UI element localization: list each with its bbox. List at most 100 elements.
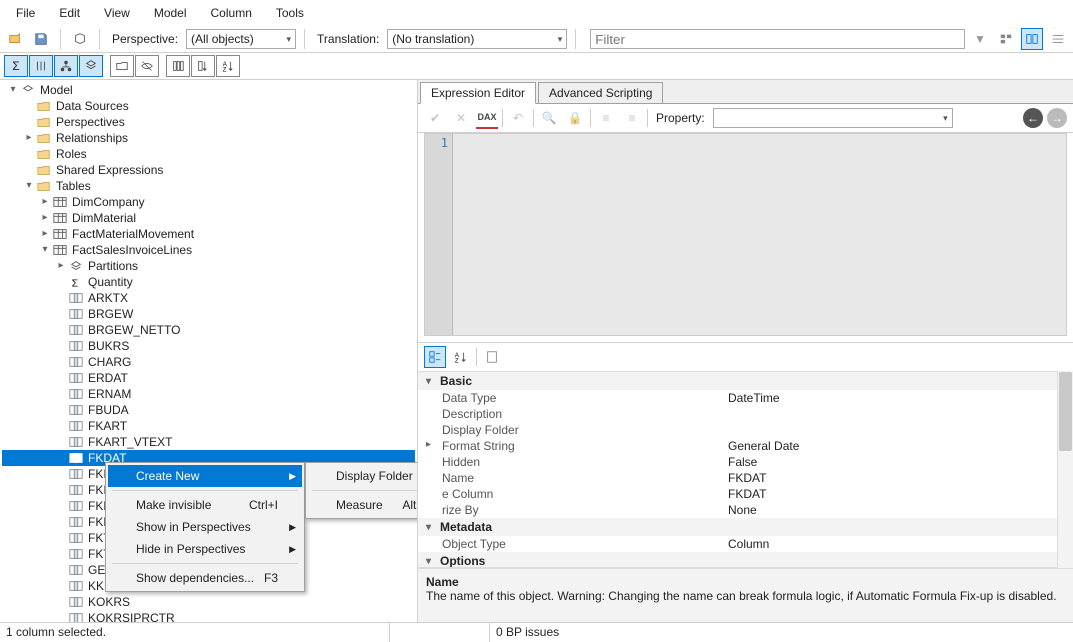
tree-item[interactable]: KOKRSIPRCTR [2,610,415,622]
prop-row[interactable]: HiddenFalse [418,454,1057,470]
dax-icon[interactable]: DAX [476,107,498,129]
hierarchy-icon[interactable] [54,55,78,77]
tree-item[interactable]: ERNAM [2,386,415,402]
sort-alpha-icon[interactable]: AZ [216,55,240,77]
nav-forward-icon[interactable]: → [1047,108,1067,128]
expression-editor-body[interactable]: 1 [424,133,1067,336]
hidden-icon[interactable] [135,55,159,77]
menu-edit[interactable]: Edit [47,2,92,24]
tree-item[interactable]: FKART [2,418,415,434]
tree-item[interactable]: ▸DimMaterial [2,210,415,226]
prop-row[interactable]: Description [418,406,1057,422]
tree-item[interactable]: ▸Partitions [2,258,415,274]
menu-item[interactable]: Show in Perspectives▶ [108,516,302,538]
cancel-icon[interactable]: ✕ [450,107,472,129]
sigma-icon[interactable]: Σ [4,55,28,77]
tab-expression-editor[interactable]: Expression Editor [420,82,536,104]
tree-item[interactable]: ▸ FactMaterialMovement [2,226,415,242]
tree-item[interactable]: ▸DimCompany [2,194,415,210]
sort-type-icon[interactable] [191,55,215,77]
menu-item[interactable]: MeasureAlt+1 [308,494,418,516]
indent-icon[interactable]: ≡ [621,107,643,129]
expander-icon[interactable]: ▾ [38,242,52,258]
undo-icon[interactable]: ↶ [507,107,529,129]
editor-content[interactable] [453,134,1066,335]
menu-item[interactable]: Hide in Perspectives▶ [108,538,302,560]
tree-item[interactable]: Roles [2,146,415,162]
tree-item[interactable]: ΣQuantity [2,274,415,290]
alphabetical-icon[interactable]: AZ [450,346,472,368]
column-icon [68,388,84,400]
translation-combo[interactable]: (No translation)▾ [387,29,567,49]
tree-item[interactable]: BUKRS [2,338,415,354]
lock-icon[interactable]: 🔒 [564,107,586,129]
outdent-icon[interactable]: ≡ [595,107,617,129]
status-bp-issues[interactable]: 0 BP issues [490,623,1073,642]
tree-item[interactable]: CHARG [2,354,415,370]
expander-icon[interactable]: ▸ [38,210,52,226]
columns-icon[interactable] [29,55,53,77]
tree-item[interactable]: KOKRS [2,594,415,610]
menu-item[interactable]: Display Folder [308,465,418,487]
prop-group[interactable]: ▾Metadata [418,518,1057,536]
tree-item[interactable]: BRGEW_NETTO [2,322,415,338]
tree-item[interactable]: ERDAT [2,370,415,386]
prop-row[interactable]: NameFKDAT [418,470,1057,486]
expander-icon[interactable]: ▾ [22,178,36,194]
prop-row[interactable]: e ColumnFKDAT [418,486,1057,502]
filter-funnel-icon[interactable]: ▼ [969,28,991,50]
properties-scrollbar[interactable] [1057,371,1073,568]
open-icon[interactable] [4,28,26,50]
menu-view[interactable]: View [92,2,142,24]
tab-advanced-scripting[interactable]: Advanced Scripting [538,82,663,103]
layout-list-icon[interactable] [1047,28,1069,50]
menu-model[interactable]: Model [142,2,199,24]
perspective-combo[interactable]: (All objects)▾ [186,29,296,49]
filter-input[interactable] [590,29,965,49]
menu-item[interactable]: Make invisibleCtrl+I [108,494,302,516]
categorized-icon[interactable] [424,346,446,368]
search-icon[interactable]: 🔍 [538,107,560,129]
tree-item[interactable]: ARKTX [2,290,415,306]
expander-icon[interactable]: ▸ [22,130,36,146]
prop-row[interactable]: ▸Format StringGeneral Date [418,438,1057,454]
tree-item[interactable]: Perspectives [2,114,415,130]
tree-item[interactable]: Shared Expressions [2,162,415,178]
tree-root[interactable]: ▾ Model [2,82,415,98]
nav-back-icon[interactable]: ← [1023,108,1043,128]
expander-icon[interactable]: ▸ [38,194,52,210]
menu-item[interactable]: Create New▶ [108,465,302,487]
tree-item[interactable]: ▾FactSalesInvoiceLines [2,242,415,258]
cube-icon[interactable] [69,28,91,50]
sort-columns-icon[interactable] [166,55,190,77]
tree-label: FactMaterialMovement [70,226,194,242]
layout-split-icon[interactable] [1021,28,1043,50]
tree-item[interactable]: ▾Tables [2,178,415,194]
prop-group[interactable]: ▾Basic [418,372,1057,390]
tree-item[interactable]: ▸Relationships [2,130,415,146]
tree-item[interactable]: FKART_VTEXT [2,434,415,450]
prop-page-icon[interactable] [481,346,503,368]
group-icon[interactable] [995,28,1017,50]
prop-row[interactable]: Data TypeDateTime [418,390,1057,406]
partitions-icon[interactable] [79,55,103,77]
folders-icon[interactable] [110,55,134,77]
property-grid[interactable]: ▾BasicData TypeDateTimeDescriptionDispla… [418,371,1057,568]
menu-item[interactable]: Show dependencies...F3 [108,567,302,589]
prop-row[interactable]: Object TypeColumn [418,536,1057,552]
expander-icon[interactable]: ▾ [6,82,20,98]
tree-item[interactable]: BRGEW [2,306,415,322]
prop-group[interactable]: ▾Options [418,552,1057,568]
property-combo[interactable]: ▾ [713,108,953,128]
menu-column[interactable]: Column [199,2,264,24]
tree-item[interactable]: FBUDA [2,402,415,418]
menu-file[interactable]: File [4,2,47,24]
prop-row[interactable]: Display Folder [418,422,1057,438]
save-icon[interactable] [30,28,52,50]
tree-item[interactable]: Data Sources [2,98,415,114]
expander-icon[interactable]: ▸ [38,226,52,242]
expander-icon[interactable]: ▸ [54,258,68,274]
menu-tools[interactable]: Tools [264,2,316,24]
prop-row[interactable]: rize ByNone [418,502,1057,518]
accept-icon[interactable]: ✔ [424,107,446,129]
